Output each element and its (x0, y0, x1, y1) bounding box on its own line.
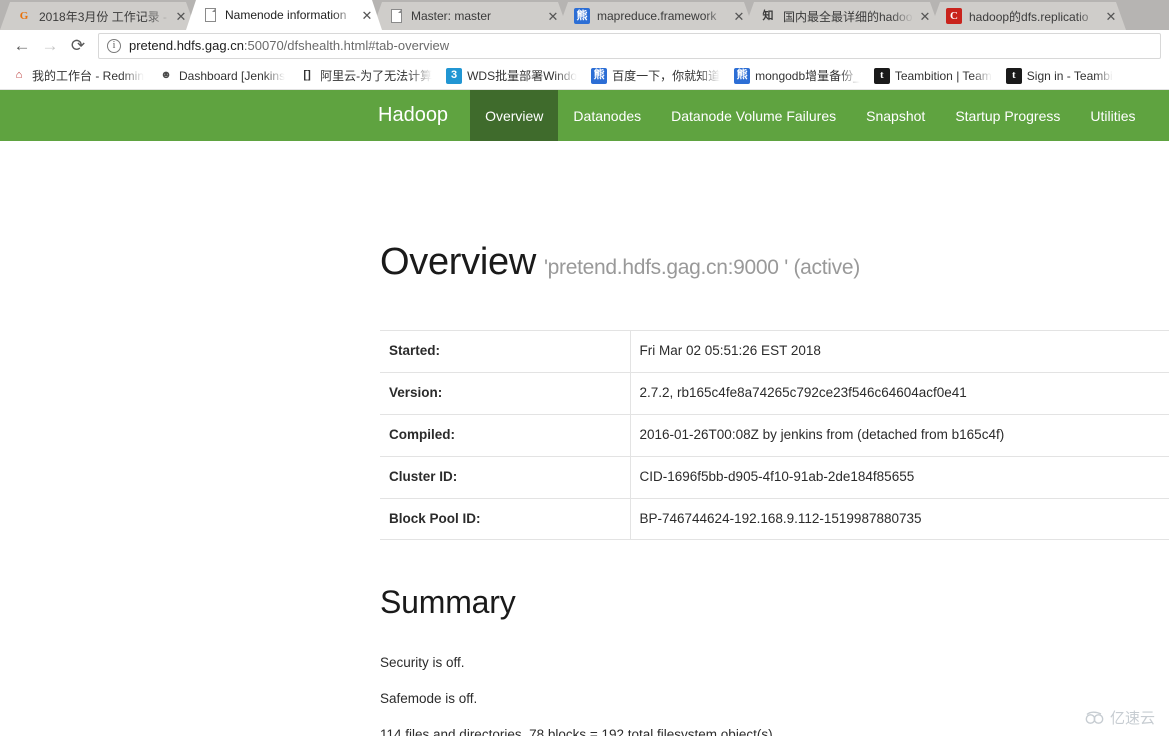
teambition-icon: t (873, 67, 890, 84)
site-info-icon[interactable]: i (107, 38, 121, 53)
watermark: 亿速云 (1084, 707, 1155, 728)
document-icon (388, 8, 404, 24)
page-content: Overview 'pretend.hdfs.gag.cn:9000 ' (act… (0, 241, 1169, 736)
browser-tab-4[interactable]: 熊 mapreduce.framework ✕ (558, 2, 754, 30)
jenkins-icon: ☻ (160, 69, 172, 81)
address-bar[interactable]: i pretend.hdfs.gag.cn:50070/dfshealth.ht… (98, 32, 1161, 59)
nav-item-datanodes[interactable]: Datanodes (558, 90, 656, 141)
row-key: Compiled: (380, 414, 631, 457)
wds-icon: 3 (446, 67, 463, 84)
tab-title: mapreduce.framework (597, 9, 717, 23)
row-key: Version: (380, 372, 631, 415)
bookmark-label: Sign in - Teambi (1026, 68, 1113, 83)
bookmark-label: 阿里云-为了无法计算 (320, 69, 433, 83)
table-row: Started: Fri Mar 02 05:51:26 EST 2018 (380, 330, 1169, 373)
row-key: Block Pool ID: (380, 498, 631, 540)
close-icon[interactable]: ✕ (1100, 10, 1122, 23)
tab-strip: G 2018年3月份 工作记录 - ✕ Namenode information… (0, 0, 1169, 30)
hadoop-navbar: Hadoop Overview Datanodes Datanode Volum… (0, 90, 1169, 141)
browser-toolbar: ← → ⟳ i pretend.hdfs.gag.cn:50070/dfshea… (0, 30, 1169, 62)
row-value: BP-746744624-192.168.9.112-1519987880735 (639, 510, 922, 526)
teambition-icon: t (1005, 67, 1022, 84)
bookmark-item[interactable]: [] 阿里云-为了无法计算 (292, 67, 439, 84)
google-g-icon: G (19, 9, 29, 22)
tab-title: Master: master (411, 9, 492, 23)
table-row: Block Pool ID: BP-746744624-192.168.9.11… (380, 498, 1169, 540)
bookmark-item[interactable]: 3 WDS批量部署Windo (439, 67, 584, 84)
close-icon[interactable]: ✕ (914, 10, 936, 23)
row-value: CID-1696f5bb-d905-4f10-91ab-2de184f85655 (639, 468, 915, 484)
summary-line-safemode: Safemode is off. (380, 691, 478, 707)
cluster-info-table: Started: Fri Mar 02 05:51:26 EST 2018 Ve… (380, 330, 1169, 540)
page-title-subtext: 'pretend.hdfs.gag.cn:9000 ' (active) (543, 256, 860, 279)
zhihu-icon: 知 (762, 9, 774, 22)
row-value: 2.7.2, rb165c4fe8a74265c792ce23f546c6460… (639, 384, 967, 400)
page-title-text: Overview (380, 241, 536, 283)
browser-tab-5[interactable]: 知 国内最全最详细的hadoo ✕ (744, 2, 940, 30)
bookmark-item[interactable]: ☻ Dashboard [Jenkins (151, 68, 292, 84)
bookmark-item[interactable]: ⌂ 我的工作台 - Redmin (4, 67, 151, 84)
summary-line-files: 114 files and directories, 78 blocks = 1… (380, 727, 777, 736)
summary-line-security: Security is off. (380, 655, 465, 671)
bookmarks-bar: ⌂ 我的工作台 - Redmin ☻ Dashboard [Jenkins []… (0, 62, 1169, 90)
browser-window: G 2018年3月份 工作记录 - ✕ Namenode information… (0, 0, 1169, 736)
page-viewport: Hadoop Overview Datanodes Datanode Volum… (0, 90, 1169, 736)
browser-tab-1[interactable]: G 2018年3月份 工作记录 - ✕ (0, 2, 196, 30)
back-arrow-icon[interactable]: ← (8, 32, 36, 60)
baidu-icon: 熊 (574, 8, 590, 24)
browser-tab-3[interactable]: Master: master ✕ (372, 2, 568, 30)
baidu-icon: 熊 (734, 67, 751, 84)
tab-title: Namenode information (225, 8, 347, 22)
table-row: Compiled: 2016-01-26T00:08Z by jenkins f… (380, 414, 1169, 457)
url-text: pretend.hdfs.gag.cn:50070/dfshealth.html… (129, 38, 449, 53)
url-path: :50070/dfshealth.html#tab-overview (243, 38, 450, 53)
bookmark-item[interactable]: 熊 百度一下，你就知道 (584, 67, 727, 84)
baidu-icon: 熊 (591, 67, 608, 84)
bookmark-label: Dashboard [Jenkins (179, 68, 286, 83)
nav-item-startup-progress[interactable]: Startup Progress (940, 90, 1075, 141)
redmine-icon: ⌂ (15, 69, 23, 81)
nav-item-overview[interactable]: Overview (470, 90, 559, 141)
forward-arrow-icon[interactable]: → (36, 32, 64, 60)
csdn-icon: C (946, 8, 962, 24)
tab-title: 2018年3月份 工作记录 - (39, 9, 168, 24)
page-title: Overview 'pretend.hdfs.gag.cn:9000 ' (act… (380, 241, 1169, 284)
reload-icon[interactable]: ⟳ (64, 32, 92, 60)
table-row: Version: 2.7.2, rb165c4fe8a74265c792ce23… (380, 372, 1169, 415)
row-key: Started: (380, 330, 631, 373)
bookmark-item[interactable]: t Sign in - Teambi (999, 67, 1120, 84)
nav-item-snapshot[interactable]: Snapshot (851, 90, 940, 141)
hadoop-brand[interactable]: Hadoop (378, 90, 470, 141)
url-host: pretend.hdfs.gag.cn (129, 38, 244, 53)
bookmark-label: Teambition | Team (894, 68, 992, 83)
bookmark-item[interactable]: 熊 mongodb增量备份_ (727, 67, 867, 84)
cloud-icon (1084, 710, 1106, 725)
document-icon (202, 7, 218, 23)
close-icon[interactable]: ✕ (728, 10, 750, 23)
browser-tab-6[interactable]: C hadoop的dfs.replicatio ✕ (930, 2, 1126, 30)
summary-lines: Security is off. Safemode is off. 114 fi… (380, 655, 1169, 736)
bookmark-item[interactable]: t Teambition | Team (867, 67, 999, 84)
row-key: Cluster ID: (380, 456, 631, 499)
close-icon[interactable]: ✕ (170, 10, 192, 23)
close-icon[interactable]: ✕ (542, 10, 564, 23)
tab-title: hadoop的dfs.replicatio (969, 9, 1089, 24)
aliyun-icon: [] (303, 69, 311, 81)
browser-tab-2[interactable]: Namenode information ✕ (186, 0, 382, 30)
table-row: Cluster ID: CID-1696f5bb-d905-4f10-91ab-… (380, 456, 1169, 499)
watermark-text: 亿速云 (1109, 710, 1155, 727)
nav-item-utilities[interactable]: Utilities (1075, 90, 1150, 141)
bookmark-label: WDS批量部署Windo (467, 69, 578, 83)
row-value: Fri Mar 02 05:51:26 EST 2018 (639, 343, 821, 358)
tab-title: 国内最全最详细的hadoo (783, 9, 913, 24)
nav-item-datanode-volume-failures[interactable]: Datanode Volume Failures (656, 90, 851, 141)
bookmark-label: mongodb增量备份_ (755, 69, 860, 83)
summary-heading: Summary (380, 584, 516, 621)
row-value: 2016-01-26T00:08Z by jenkins from (detac… (639, 426, 1005, 442)
bookmark-label: 百度一下，你就知道 (612, 69, 721, 83)
bookmark-label: 我的工作台 - Redmin (32, 69, 145, 83)
close-icon[interactable]: ✕ (356, 9, 378, 22)
